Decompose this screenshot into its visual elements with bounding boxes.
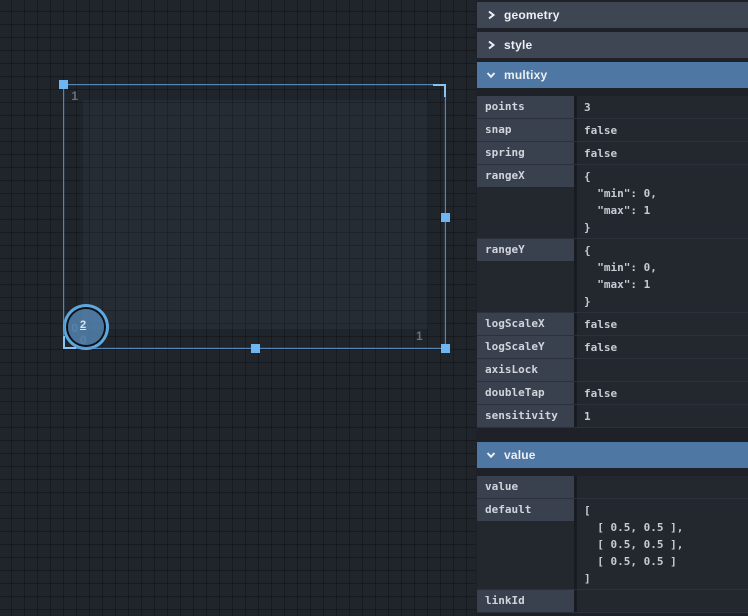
chevron-down-icon	[486, 452, 496, 459]
section-header-style[interactable]: style	[477, 32, 748, 58]
multixy-property-list: points 3 snap false spring false rangeX …	[477, 96, 748, 428]
resize-handle-right[interactable]	[441, 213, 450, 222]
property-value[interactable]: false	[577, 382, 748, 404]
section-header-multixy[interactable]: multixy	[477, 62, 748, 88]
property-value[interactable]	[577, 476, 748, 498]
section-label: multixy	[504, 68, 548, 82]
property-row-snap: snap false	[477, 119, 748, 142]
property-row-spring: spring false	[477, 142, 748, 165]
property-row-linkId: linkId	[477, 590, 748, 613]
property-value[interactable]: false	[577, 142, 748, 164]
editor-canvas[interactable]: 1 0 0 1 2	[0, 0, 476, 616]
property-label: default	[477, 499, 574, 521]
property-value[interactable]: [ [ 0.5, 0.5 ], [ 0.5, 0.5 ], [ 0.5, 0.5…	[577, 499, 748, 589]
property-row-logScaleX: logScaleX false	[477, 313, 748, 336]
section-header-value[interactable]: value	[477, 442, 748, 468]
property-label: snap	[477, 119, 574, 141]
property-row-value: value	[477, 476, 748, 499]
property-row-default: default [ [ 0.5, 0.5 ], [ 0.5, 0.5 ], [ …	[477, 499, 748, 590]
property-label: rangeY	[477, 239, 574, 261]
property-label: logScaleX	[477, 313, 574, 335]
resize-handle-bottom-right[interactable]	[441, 344, 450, 353]
property-label: logScaleY	[477, 336, 574, 358]
value-property-list: value default [ [ 0.5, 0.5 ], [ 0.5, 0.5…	[477, 476, 748, 613]
property-label: linkId	[477, 590, 574, 612]
property-row-sensitivity: sensitivity 1	[477, 405, 748, 428]
property-label: rangeX	[477, 165, 574, 187]
property-value[interactable]: 3	[577, 96, 748, 118]
resize-handle-bottom[interactable]	[251, 344, 260, 353]
property-label: points	[477, 96, 574, 118]
property-label: spring	[477, 142, 574, 164]
property-value[interactable]: false	[577, 119, 748, 141]
property-row-doubleTap: doubleTap false	[477, 382, 748, 405]
selection-corner-bottom-left	[63, 336, 76, 349]
property-value[interactable]: { "min": 0, "max": 1 }	[577, 165, 748, 238]
property-value[interactable]: { "min": 0, "max": 1 }	[577, 239, 748, 312]
property-label: doubleTap	[477, 382, 574, 404]
property-value[interactable]: false	[577, 313, 748, 335]
chevron-right-icon	[488, 40, 496, 50]
selection-corner-top-right	[433, 84, 446, 97]
property-value[interactable]: false	[577, 336, 748, 358]
properties-panel: geometry style multixy points 3 snap fal…	[476, 0, 748, 616]
property-value[interactable]: 1	[577, 405, 748, 427]
section-label: value	[504, 448, 536, 462]
section-label: style	[504, 38, 533, 52]
chevron-right-icon	[488, 10, 496, 20]
property-value[interactable]	[577, 590, 748, 612]
property-row-axisLock: axisLock	[477, 359, 748, 382]
property-row-rangeY: rangeY { "min": 0, "max": 1 }	[477, 239, 748, 313]
resize-handle-top-left[interactable]	[59, 80, 68, 89]
property-value[interactable]	[577, 359, 748, 381]
property-row-logScaleY: logScaleY false	[477, 336, 748, 359]
section-label: geometry	[504, 8, 560, 22]
app-window: 1 0 0 1 2 geometry style	[0, 0, 748, 616]
property-label: value	[477, 476, 574, 498]
property-row-rangeX: rangeX { "min": 0, "max": 1 }	[477, 165, 748, 239]
chevron-down-icon	[486, 72, 496, 79]
section-header-geometry[interactable]: geometry	[477, 2, 748, 28]
property-row-points: points 3	[477, 96, 748, 119]
property-label: axisLock	[477, 359, 574, 381]
widget-selection-box[interactable]	[59, 80, 450, 353]
property-label: sensitivity	[477, 405, 574, 427]
